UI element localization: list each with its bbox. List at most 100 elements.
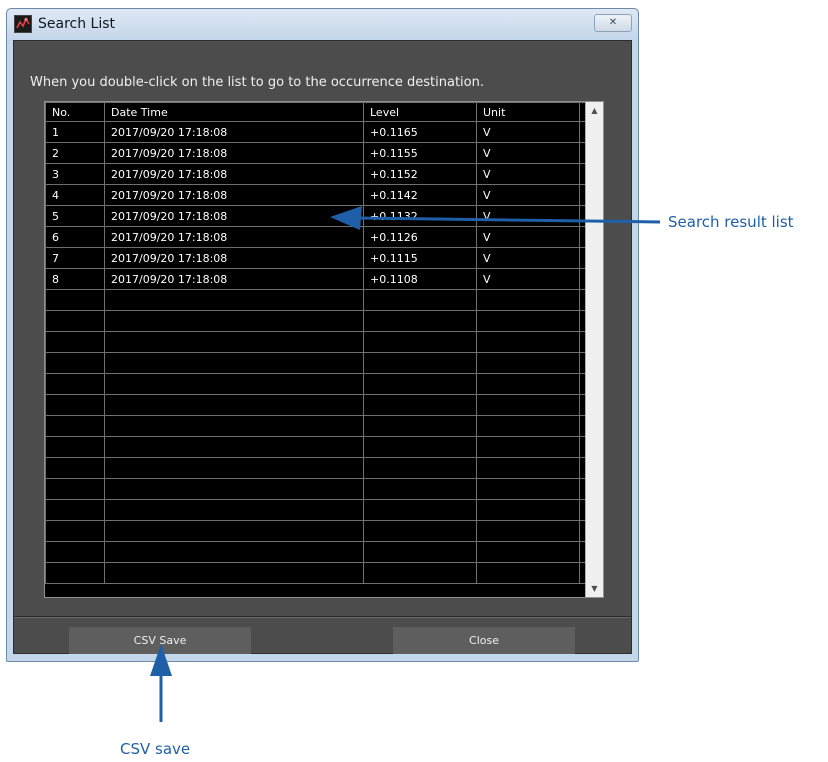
- empty-cell: [476, 310, 580, 332]
- close-button[interactable]: Close: [393, 627, 575, 654]
- empty-table-row[interactable]: [45, 457, 587, 479]
- cell-unit: V: [476, 205, 580, 227]
- table-row[interactable]: 4 2017/09/20 17:18:08 +0.1142 V: [45, 184, 587, 206]
- cell-unit: V: [476, 184, 580, 206]
- column-header-no[interactable]: No.: [45, 102, 105, 122]
- empty-cell: [363, 520, 477, 542]
- empty-cell: [476, 562, 580, 584]
- table-header-row: No. Date Time Level Unit: [45, 102, 587, 122]
- table-row[interactable]: 3 2017/09/20 17:18:08 +0.1152 V: [45, 163, 587, 185]
- search-result-list-annotation: Search result list: [668, 213, 794, 231]
- column-header-date-time[interactable]: Date Time: [104, 102, 364, 122]
- vertical-scrollbar[interactable]: ▲ ▼: [585, 102, 603, 597]
- column-header-level[interactable]: Level: [363, 102, 477, 122]
- search-result-list[interactable]: No. Date Time Level Unit 1 2017/09/20 17:…: [44, 101, 604, 598]
- empty-cell: [104, 436, 364, 458]
- empty-table-row[interactable]: [45, 331, 587, 353]
- empty-cell: [363, 457, 477, 479]
- cell-level: +0.1132: [363, 205, 477, 227]
- table-row[interactable]: 8 2017/09/20 17:18:08 +0.1108 V: [45, 268, 587, 290]
- cell-unit: V: [476, 247, 580, 269]
- empty-table-row[interactable]: [45, 541, 587, 563]
- empty-cell: [363, 499, 477, 521]
- cell-no: 1: [45, 121, 105, 143]
- scroll-down-arrow-icon[interactable]: ▼: [586, 580, 603, 597]
- empty-table-row[interactable]: [45, 310, 587, 332]
- csv-save-button[interactable]: CSV Save: [69, 627, 251, 654]
- table-row[interactable]: 6 2017/09/20 17:18:08 +0.1126 V: [45, 226, 587, 248]
- cell-unit: V: [476, 163, 580, 185]
- empty-cell: [476, 331, 580, 353]
- empty-cell: [45, 289, 105, 311]
- empty-cell: [45, 457, 105, 479]
- csv-save-annotation: CSV save: [120, 740, 191, 758]
- empty-table-row[interactable]: [45, 520, 587, 542]
- empty-cell: [476, 457, 580, 479]
- empty-table-row[interactable]: [45, 373, 587, 395]
- cell-date-time: 2017/09/20 17:18:08: [104, 184, 364, 206]
- scroll-up-arrow-icon[interactable]: ▲: [586, 102, 603, 119]
- cell-date-time: 2017/09/20 17:18:08: [104, 163, 364, 185]
- window-title: Search List: [38, 16, 116, 32]
- empty-cell: [476, 541, 580, 563]
- empty-cell: [45, 541, 105, 563]
- empty-table-row[interactable]: [45, 415, 587, 437]
- column-header-unit[interactable]: Unit: [476, 102, 580, 122]
- table-row[interactable]: 1 2017/09/20 17:18:08 +0.1165 V: [45, 121, 587, 143]
- empty-cell: [476, 499, 580, 521]
- cell-no: 6: [45, 226, 105, 248]
- cell-level: +0.1165: [363, 121, 477, 143]
- empty-cell: [45, 310, 105, 332]
- cell-no: 3: [45, 163, 105, 185]
- empty-cell: [45, 499, 105, 521]
- empty-cell: [45, 415, 105, 437]
- empty-cell: [45, 394, 105, 416]
- empty-cell: [104, 373, 364, 395]
- cell-date-time: 2017/09/20 17:18:08: [104, 121, 364, 143]
- empty-cell: [45, 478, 105, 500]
- empty-table-row[interactable]: [45, 352, 587, 374]
- search-result-table[interactable]: No. Date Time Level Unit 1 2017/09/20 17:…: [45, 102, 587, 584]
- table-row[interactable]: 5 2017/09/20 17:18:08 +0.1132 V: [45, 205, 587, 227]
- empty-cell: [363, 289, 477, 311]
- empty-table-row[interactable]: [45, 289, 587, 311]
- empty-cell: [104, 331, 364, 353]
- cell-level: +0.1152: [363, 163, 477, 185]
- empty-cell: [45, 562, 105, 584]
- dialog-body: When you double-click on the list to go …: [13, 40, 632, 654]
- cell-level: +0.1155: [363, 142, 477, 164]
- empty-cell: [363, 310, 477, 332]
- empty-cell: [104, 352, 364, 374]
- empty-cell: [104, 541, 364, 563]
- title-bar[interactable]: Search List ✕: [7, 9, 638, 39]
- empty-cell: [363, 562, 477, 584]
- cell-no: 8: [45, 268, 105, 290]
- empty-cell: [104, 457, 364, 479]
- cell-unit: V: [476, 226, 580, 248]
- empty-table-row[interactable]: [45, 436, 587, 458]
- empty-cell: [363, 352, 477, 374]
- cell-date-time: 2017/09/20 17:18:08: [104, 205, 364, 227]
- empty-cell: [104, 415, 364, 437]
- empty-cell: [363, 541, 477, 563]
- empty-cell: [363, 478, 477, 500]
- empty-table-row[interactable]: [45, 499, 587, 521]
- empty-cell: [476, 352, 580, 374]
- instruction-text: When you double-click on the list to go …: [30, 75, 484, 90]
- window-close-button[interactable]: ✕: [594, 14, 632, 32]
- empty-cell: [363, 415, 477, 437]
- empty-table-row[interactable]: [45, 562, 587, 584]
- empty-cell: [104, 520, 364, 542]
- cell-unit: V: [476, 268, 580, 290]
- empty-cell: [45, 436, 105, 458]
- table-row[interactable]: 7 2017/09/20 17:18:08 +0.1115 V: [45, 247, 587, 269]
- empty-cell: [45, 373, 105, 395]
- empty-cell: [363, 331, 477, 353]
- empty-cell: [363, 436, 477, 458]
- empty-cell: [104, 289, 364, 311]
- empty-table-row[interactable]: [45, 394, 587, 416]
- empty-cell: [45, 331, 105, 353]
- table-row[interactable]: 2 2017/09/20 17:18:08 +0.1155 V: [45, 142, 587, 164]
- empty-cell: [45, 352, 105, 374]
- empty-table-row[interactable]: [45, 478, 587, 500]
